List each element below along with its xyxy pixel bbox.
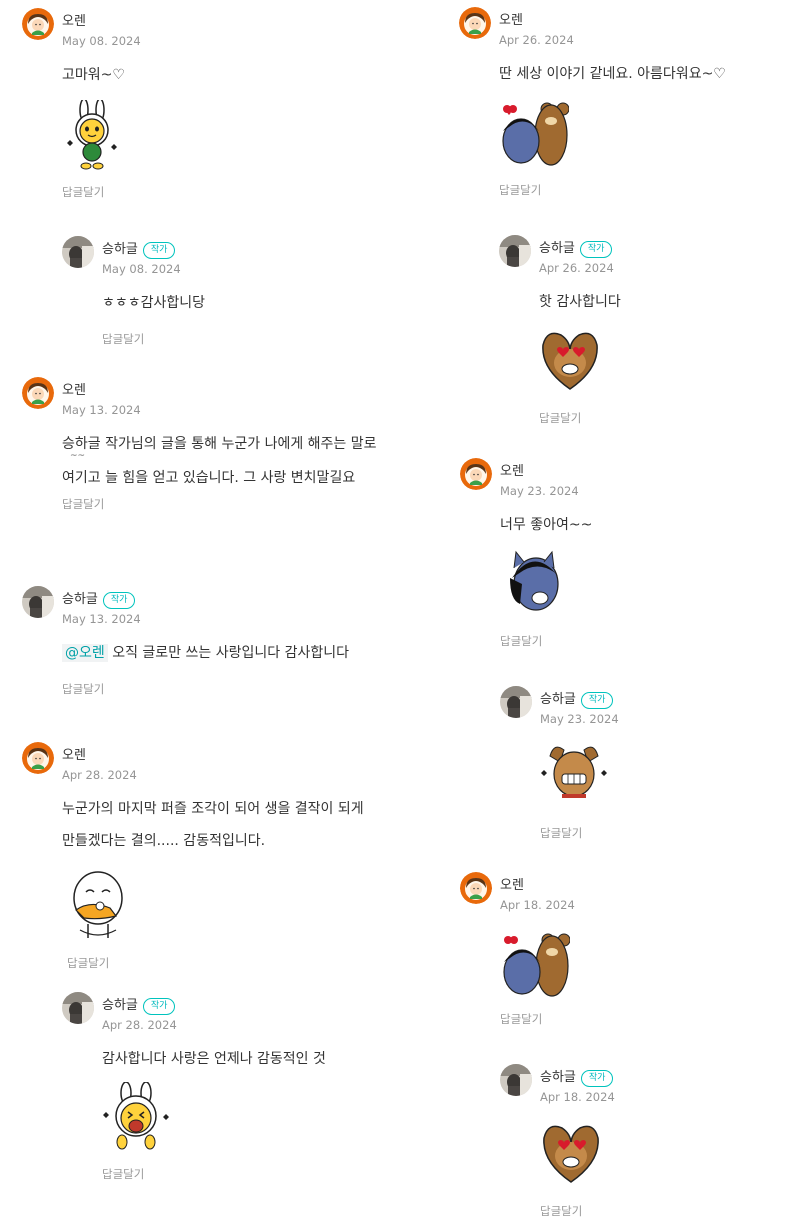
comment-date: May 08. 2024 <box>62 34 141 48</box>
reply-button[interactable]: 답글달기 <box>62 184 104 200</box>
comment-text-body: 오직 글로만 쓰는 사랑입니다 감사합니다 <box>112 645 349 661</box>
comment-text: 만들겠다는 결의..... 감동적입니다. <box>62 833 266 849</box>
avatar[interactable] <box>500 686 532 718</box>
comment-text: 핫 감사합니다 <box>539 294 621 310</box>
author-name-row[interactable]: 승하글 작가 <box>539 237 613 258</box>
sticker-heart-dog-icon <box>543 1125 599 1183</box>
reply-button[interactable]: 답글달기 <box>67 955 109 971</box>
comment-date: May 13. 2024 <box>62 403 141 417</box>
author-name-row[interactable]: 승하글 작가 <box>540 688 614 709</box>
sticker-bear-hug-icon <box>503 933 570 997</box>
reply-button[interactable]: 답글달기 <box>500 633 542 649</box>
reply-button[interactable]: 답글달기 <box>499 182 541 198</box>
author-name[interactable]: 승하글 <box>539 241 575 256</box>
comment-text: 감사합니다 사랑은 언제나 감동적인 것 <box>102 1051 326 1067</box>
sticker-bear-hug-icon <box>502 102 569 166</box>
avatar[interactable] <box>499 235 531 267</box>
comment-text: 고마워~♡ <box>62 67 125 83</box>
comment-text: ~~ <box>70 451 86 461</box>
comment-text: ㅎㅎㅎ감사합니당 <box>102 295 206 311</box>
reply-button[interactable]: 답글달기 <box>540 825 582 841</box>
avatar[interactable] <box>459 7 491 39</box>
comment-date: Apr 26. 2024 <box>539 261 614 275</box>
sticker-cat-icon <box>510 550 559 611</box>
reply-button[interactable]: 답글달기 <box>62 496 104 512</box>
reply-button[interactable]: 답글달기 <box>500 1011 542 1027</box>
author-name[interactable]: 승하글 <box>102 242 138 257</box>
comment-date: Apr 28. 2024 <box>102 1018 177 1032</box>
author-name[interactable]: 승하글 <box>540 692 576 707</box>
comment-date: May 08. 2024 <box>102 262 181 276</box>
author-name[interactable]: 오렌 <box>62 744 86 763</box>
comment-date: Apr 18. 2024 <box>540 1090 615 1104</box>
comment-text: 승하글 작가님의 글을 통해 누군가 나에게 해주는 말로 <box>62 436 377 452</box>
author-name[interactable]: 승하글 <box>540 1070 576 1085</box>
author-badge: 작가 <box>142 998 176 1015</box>
author-name[interactable]: 승하글 <box>62 592 98 607</box>
author-badge: 작가 <box>580 692 614 709</box>
author-name-row[interactable]: 승하글 작가 <box>102 994 176 1015</box>
avatar[interactable] <box>22 742 54 774</box>
reply-button[interactable]: 답글달기 <box>102 331 144 347</box>
author-name-row[interactable]: 승하글 작가 <box>62 588 136 609</box>
author-badge: 작가 <box>142 242 176 259</box>
sticker-mascot-icon <box>73 871 123 938</box>
sticker-grinning-dog-icon <box>541 746 607 798</box>
reply-button[interactable]: 답글달기 <box>539 410 581 426</box>
author-name[interactable]: 오렌 <box>62 10 86 29</box>
author-badge: 작가 <box>102 592 136 609</box>
author-name-row[interactable]: 승하글 작가 <box>102 238 176 259</box>
comment-text: 너무 좋아여~~ <box>500 517 593 533</box>
author-badge: 작가 <box>580 1070 614 1087</box>
avatar[interactable] <box>62 992 94 1024</box>
comment-text: @오렌 오직 글로만 쓰는 사랑입니다 감사합니다 <box>62 642 349 662</box>
comment-text: 누군가의 마지막 퍼즐 조각이 되어 생을 결작이 되게 <box>62 801 364 817</box>
sticker-heart-dog-icon <box>542 332 598 390</box>
author-name[interactable]: 오렌 <box>500 460 524 479</box>
comment-text: 딴 세상 이야기 같네요. 아름다워요~♡ <box>499 66 726 82</box>
reply-button[interactable]: 답글달기 <box>102 1166 144 1182</box>
author-name[interactable]: 오렌 <box>62 379 86 398</box>
comment-date: May 23. 2024 <box>500 484 579 498</box>
mention-link[interactable]: @오렌 <box>62 644 108 662</box>
avatar[interactable] <box>22 586 54 618</box>
reply-button[interactable]: 답글달기 <box>540 1203 582 1219</box>
avatar[interactable] <box>22 377 54 409</box>
avatar[interactable] <box>460 458 492 490</box>
avatar[interactable] <box>22 8 54 40</box>
reply-button[interactable]: 답글달기 <box>62 681 104 697</box>
comment-date: May 23. 2024 <box>540 712 619 726</box>
author-name[interactable]: 오렌 <box>499 9 523 28</box>
comment-date: Apr 18. 2024 <box>500 898 575 912</box>
comment-date: Apr 28. 2024 <box>62 768 137 782</box>
avatar[interactable] <box>62 236 94 268</box>
sticker-laughing-bunny-icon <box>103 1082 169 1150</box>
author-name[interactable]: 오렌 <box>500 874 524 893</box>
author-name-row[interactable]: 승하글 작가 <box>540 1066 614 1087</box>
comment-date: May 13. 2024 <box>62 612 141 626</box>
comment-text: 여기고 늘 힘을 얻고 있습니다. 그 사랑 변치말길요 <box>62 470 356 486</box>
comment-date: Apr 26. 2024 <box>499 33 574 47</box>
sticker-bunny-icon <box>67 100 117 170</box>
avatar[interactable] <box>460 872 492 904</box>
avatar[interactable] <box>500 1064 532 1096</box>
author-badge: 작가 <box>579 241 613 258</box>
author-name[interactable]: 승하글 <box>102 998 138 1013</box>
